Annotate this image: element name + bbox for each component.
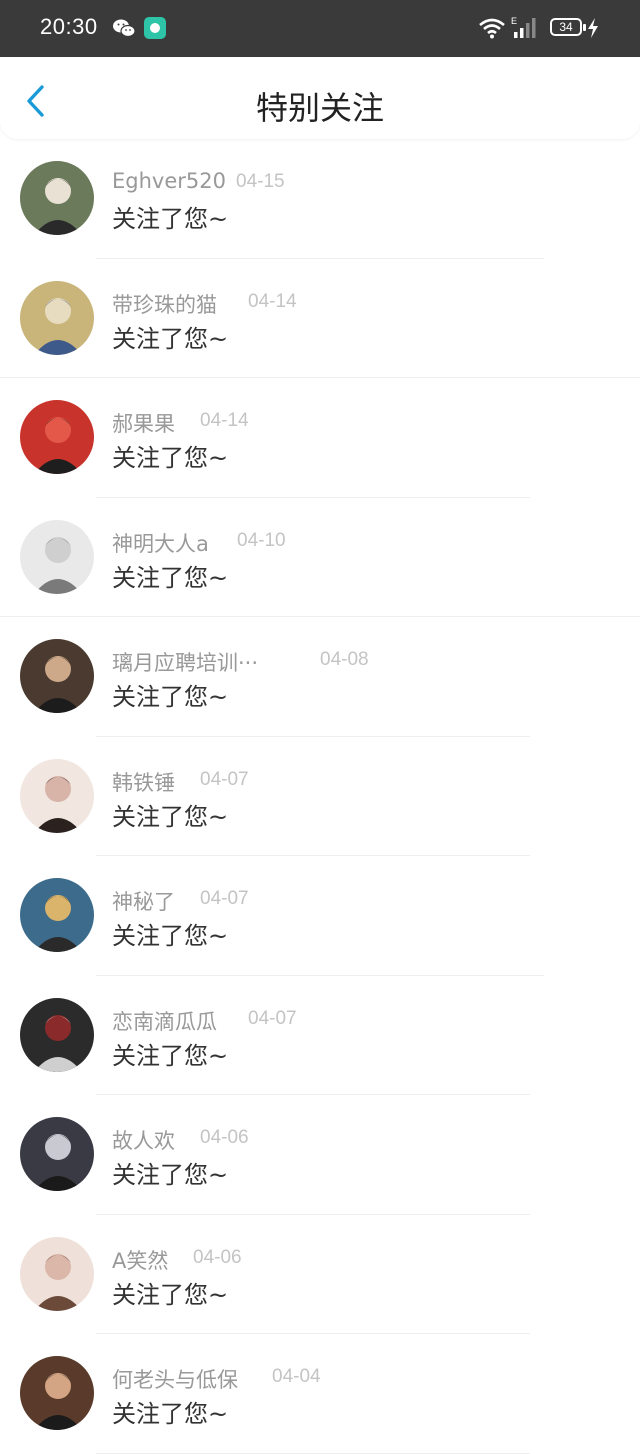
svg-text:E: E xyxy=(511,16,517,26)
avatar[interactable] xyxy=(20,878,94,952)
avatar[interactable] xyxy=(20,400,94,474)
follower-row[interactable]: A笑然 04-06 关注了您~ xyxy=(0,1215,640,1334)
follower-name[interactable]: 神秘了 xyxy=(112,886,175,916)
header: 特别关注 xyxy=(0,57,640,139)
avatar[interactable] xyxy=(20,1356,94,1430)
follower-row[interactable]: 神秘了 04-07 关注了您~ xyxy=(0,856,640,976)
follower-row[interactable]: 带珍珠的猫 04-14 关注了您~ xyxy=(0,259,640,378)
follow-message: 关注了您~ xyxy=(112,563,229,592)
follow-message: 关注了您~ xyxy=(112,683,229,711)
avatar[interactable] xyxy=(20,519,94,594)
page-title: 特别关注 xyxy=(255,89,384,127)
charging-icon xyxy=(588,18,598,38)
follower-name[interactable]: 带珍珠的猫 xyxy=(112,289,217,319)
follower-row[interactable]: 韩铁锤 04-07 关注了您~ xyxy=(0,737,640,856)
follower-name[interactable]: 郝果果 xyxy=(112,408,175,438)
follower-row[interactable]: 神明大人a 04-10 关注了您~ xyxy=(0,498,640,617)
avatar[interactable] xyxy=(20,997,94,1072)
status-bar: 20:30 E 34 xyxy=(0,0,640,57)
avatar[interactable] xyxy=(20,1117,94,1191)
avatar[interactable] xyxy=(20,758,94,833)
follow-message: 关注了您~ xyxy=(112,802,229,831)
follow-date: 04-14 xyxy=(200,410,249,431)
avatar[interactable] xyxy=(20,280,94,355)
follower-name[interactable]: Eghver520 xyxy=(112,169,226,193)
follower-name[interactable]: 恋南滴瓜瓜 xyxy=(112,1006,217,1036)
follower-row[interactable]: 郝果果 04-14 关注了您~ xyxy=(0,378,640,498)
follow-date: 04-04 xyxy=(272,1366,321,1387)
follower-row[interactable]: 何老头与低保 04-04 关注了您~ xyxy=(0,1334,640,1454)
follower-row[interactable]: 故人欢 04-06 关注了您~ xyxy=(0,1095,640,1215)
follower-row[interactable]: 璃月应聘培训··· 04-08 关注了您~ xyxy=(0,617,640,737)
follow-message: 关注了您~ xyxy=(112,205,229,233)
follow-date: 04-15 xyxy=(236,171,285,192)
follow-message: 关注了您~ xyxy=(112,1280,229,1309)
wechat-icon xyxy=(113,19,136,38)
follower-row[interactable]: Eghver520 04-15 关注了您~ xyxy=(0,139,640,259)
follow-message: 关注了您~ xyxy=(112,1161,229,1189)
follow-message: 关注了您~ xyxy=(112,324,229,353)
avatar[interactable] xyxy=(20,1236,94,1311)
follower-name[interactable]: 神明大人a xyxy=(112,528,209,558)
follow-date: 04-07 xyxy=(200,888,249,909)
follow-date: 04-10 xyxy=(237,529,286,551)
follower-name[interactable]: A笑然 xyxy=(112,1245,168,1275)
follower-name[interactable]: 韩铁锤 xyxy=(112,767,175,797)
follow-date: 04-06 xyxy=(193,1246,242,1268)
follower-name[interactable]: 璃月应聘培训··· xyxy=(112,647,258,677)
follower-row[interactable]: 恋南滴瓜瓜 04-07 关注了您~ xyxy=(0,976,640,1095)
follower-name[interactable]: 何老头与低保 xyxy=(112,1364,238,1394)
avatar[interactable] xyxy=(20,639,94,713)
avatar[interactable] xyxy=(20,161,94,235)
divider xyxy=(96,1452,530,1454)
status-time: 20:30 xyxy=(40,14,98,39)
signal-icon: E xyxy=(511,16,536,38)
follow-message: 关注了您~ xyxy=(112,1400,229,1428)
follow-date: 04-06 xyxy=(200,1127,249,1148)
follow-message: 关注了您~ xyxy=(112,1041,229,1070)
follow-message: 关注了您~ xyxy=(112,444,229,472)
follow-date: 04-07 xyxy=(248,1007,297,1029)
follow-date: 04-07 xyxy=(200,768,249,790)
app-icon xyxy=(144,17,166,39)
follower-list: Eghver520 04-15 关注了您~ 带珍珠的猫 04-14 关注了您~ 郝果果 04-… xyxy=(0,139,640,1454)
follow-date: 04-08 xyxy=(320,649,369,670)
wifi-icon xyxy=(479,18,505,39)
battery-icon: 34 xyxy=(550,18,586,36)
follower-name[interactable]: 故人欢 xyxy=(112,1125,175,1155)
follow-date: 04-14 xyxy=(248,290,297,312)
follow-message: 关注了您~ xyxy=(112,922,229,950)
